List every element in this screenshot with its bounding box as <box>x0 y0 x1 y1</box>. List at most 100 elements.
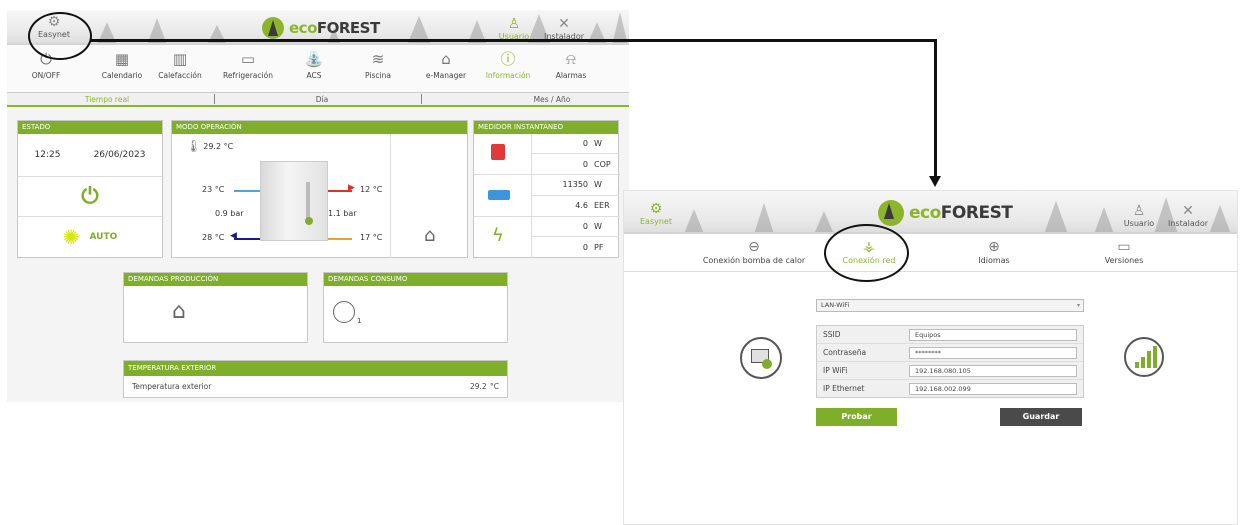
temperatura-exterior-panel: TEMPERATURA EXTERIOR Temperatura exterio… <box>123 360 508 398</box>
ssid-input[interactable]: Equipos <box>909 329 1077 341</box>
house-fan-icon: ⌂ <box>424 225 436 246</box>
pool-icon: ≋ <box>371 50 385 68</box>
menu-acs[interactable]: ⛲ ACS <box>283 49 345 80</box>
right-pressure: 1.1 bar <box>328 209 357 218</box>
menu-refrigeracion[interactable]: ▭ Refrigeración <box>217 49 279 80</box>
tab-versiones[interactable]: ▭ Versiones <box>1084 238 1164 265</box>
instalador-button[interactable]: ✕ Instalador <box>1164 203 1212 228</box>
radiator-icon: ▥ <box>172 50 188 68</box>
dem-cons-title: DEMANDAS CONSUMO <box>324 273 507 286</box>
estado-time: 12:25 <box>34 150 61 160</box>
usuario-button[interactable]: ♙ Usuario <box>497 16 531 41</box>
tab-divider <box>421 94 422 104</box>
connection-select[interactable]: LAN-WiFi ▾ <box>816 299 1084 312</box>
easynet-button[interactable]: ⚙ Easynet <box>636 201 676 226</box>
highlight-circle <box>28 12 92 60</box>
callout-arrow-line <box>934 39 937 179</box>
chevron-down-icon: ▾ <box>1076 302 1080 309</box>
medidor-unit: W <box>594 139 602 148</box>
radiator-icon <box>491 144 505 160</box>
menu-alarmas[interactable]: ⍾ Alarmas <box>540 49 602 80</box>
tab-label: Idiomas <box>978 256 1010 265</box>
tab-tiempo-real[interactable]: Tiempo real <box>67 95 147 104</box>
monitor-icon: ▭ <box>1117 239 1131 255</box>
field-label: Contraseña <box>823 348 867 357</box>
field-label: IP WiFi <box>823 366 848 375</box>
divider <box>390 134 391 258</box>
right-top-temp: 12 °C <box>360 185 383 194</box>
temp-ext-label: Temperatura exterior <box>132 382 212 391</box>
medidor-panel: MEDIDOR INSTANTÁNEO 0 W 0 COP 11350 W 4.… <box>473 120 620 258</box>
tab-label: Versiones <box>1104 256 1144 265</box>
menu-informacion[interactable]: ⓘ Información <box>477 49 539 80</box>
sun-icon: ✺ <box>62 225 80 249</box>
globe-icon: ⊕ <box>988 239 1000 255</box>
dem-prod-title: DEMANDAS PRODUCCIÓN <box>124 273 307 286</box>
heatpump-icon <box>260 161 328 241</box>
logo-text-suffix: FOREST <box>940 203 1013 223</box>
easynet-label: Easynet <box>640 217 672 226</box>
medidor-unit: EER <box>594 201 610 210</box>
medidor-unit: PF <box>594 243 604 252</box>
medidor-value: 0 <box>582 160 588 169</box>
tab-divider <box>214 94 215 104</box>
tab-dia[interactable]: Día <box>282 95 362 104</box>
left-pressure: 0.9 bar <box>215 209 244 218</box>
power-icon[interactable]: ⏻ <box>18 177 162 217</box>
ecoforest-logo: ecoFOREST <box>262 17 380 39</box>
menu-label: Alarmas <box>555 71 587 80</box>
select-value: LAN-WiFi <box>821 301 850 309</box>
medidor-unit: W <box>594 222 602 231</box>
arrow-line <box>234 238 260 240</box>
usuario-button[interactable]: ♙ Usuario <box>1122 203 1156 228</box>
arrow-right-icon: ▶ <box>348 183 355 193</box>
menu-label: Piscina <box>365 71 391 80</box>
temp-ext-title: TEMPERATURA EXTERIOR <box>124 361 507 376</box>
network-fields: SSID Contraseña IP WiFi IP Ethernet Equi… <box>816 325 1084 398</box>
demandas-produccion-panel: DEMANDAS PRODUCCIÓN ⌂ <box>123 272 308 343</box>
ac-icon <box>488 190 510 200</box>
tab-idiomas[interactable]: ⊕ Idiomas <box>954 238 1034 265</box>
probar-button[interactable]: Probar <box>816 408 897 426</box>
medidor-value: 0 <box>582 243 588 252</box>
password-input[interactable]: ******** <box>909 347 1077 359</box>
house-fan-icon: ⌂ <box>172 299 186 324</box>
menu-piscina[interactable]: ≋ Piscina <box>347 49 409 80</box>
modo-title: MODO OPERACIÓN <box>172 121 467 134</box>
medidor-title: MEDIDOR INSTANTÁNEO <box>474 121 618 134</box>
estado-title: ESTADO <box>18 121 162 134</box>
tools-icon: ✕ <box>1182 203 1194 219</box>
demandas-consumo-panel: DEMANDAS CONSUMO 1 <box>323 272 508 343</box>
ip-wifi-input[interactable]: 192.168.080.105 <box>909 365 1077 377</box>
guardar-button[interactable]: Guardar <box>1000 408 1082 426</box>
shower-icon: ⛲ <box>304 50 324 68</box>
calendar-icon: ▦ <box>114 50 130 68</box>
menu-calefaccion[interactable]: ▥ Calefacción <box>149 49 211 80</box>
header-bar: ⚙ Easynet ecoFOREST ♙ Usuario ✕ Instalad… <box>624 191 1237 234</box>
estado-mode: AUTO <box>89 232 118 242</box>
signal-icon <box>1124 337 1164 377</box>
menu-label: Calendario <box>101 71 143 80</box>
lightning-icon: ϟ <box>492 225 504 246</box>
menu-calendario[interactable]: ▦ Calendario <box>91 49 153 80</box>
dem-cons-count: 1 <box>357 317 362 325</box>
highlight-circle <box>824 224 909 282</box>
arrow-left-icon: ◀ <box>230 231 237 241</box>
medidor-value: 0 <box>582 139 588 148</box>
house-icon: ⌂ <box>441 50 451 68</box>
tab-conexion-bomba[interactable]: ⊖ Conexión bomba de calor <box>679 238 829 265</box>
field-label: SSID <box>823 330 841 339</box>
instalador-button[interactable]: ✕ Instalador <box>542 16 586 41</box>
left-top-temp: 23 °C <box>202 185 225 194</box>
modo-operacion-panel: MODO OPERACIÓN 🌡 29.2 °C 23 °C 0.9 bar 2… <box>171 120 468 258</box>
tab-mes-ano[interactable]: Mes / Año <box>512 95 592 104</box>
ip-ethernet-input[interactable]: 192.168.002.099 <box>909 383 1077 395</box>
menu-emanager[interactable]: ⌂ e-Manager <box>415 49 477 80</box>
left-screen: ⚙ Easynet ecoFOREST ♙ Usuario ✕ Instalad… <box>7 10 629 402</box>
sub-tabs: Tiempo real Día Mes / Año <box>7 93 629 107</box>
instalador-label: Instalador <box>1167 219 1209 228</box>
network-devices-icon <box>740 337 782 379</box>
arrowhead-icon <box>929 176 941 187</box>
menu-label: Calefacción <box>158 71 202 80</box>
field-label: IP Ethernet <box>823 384 865 393</box>
